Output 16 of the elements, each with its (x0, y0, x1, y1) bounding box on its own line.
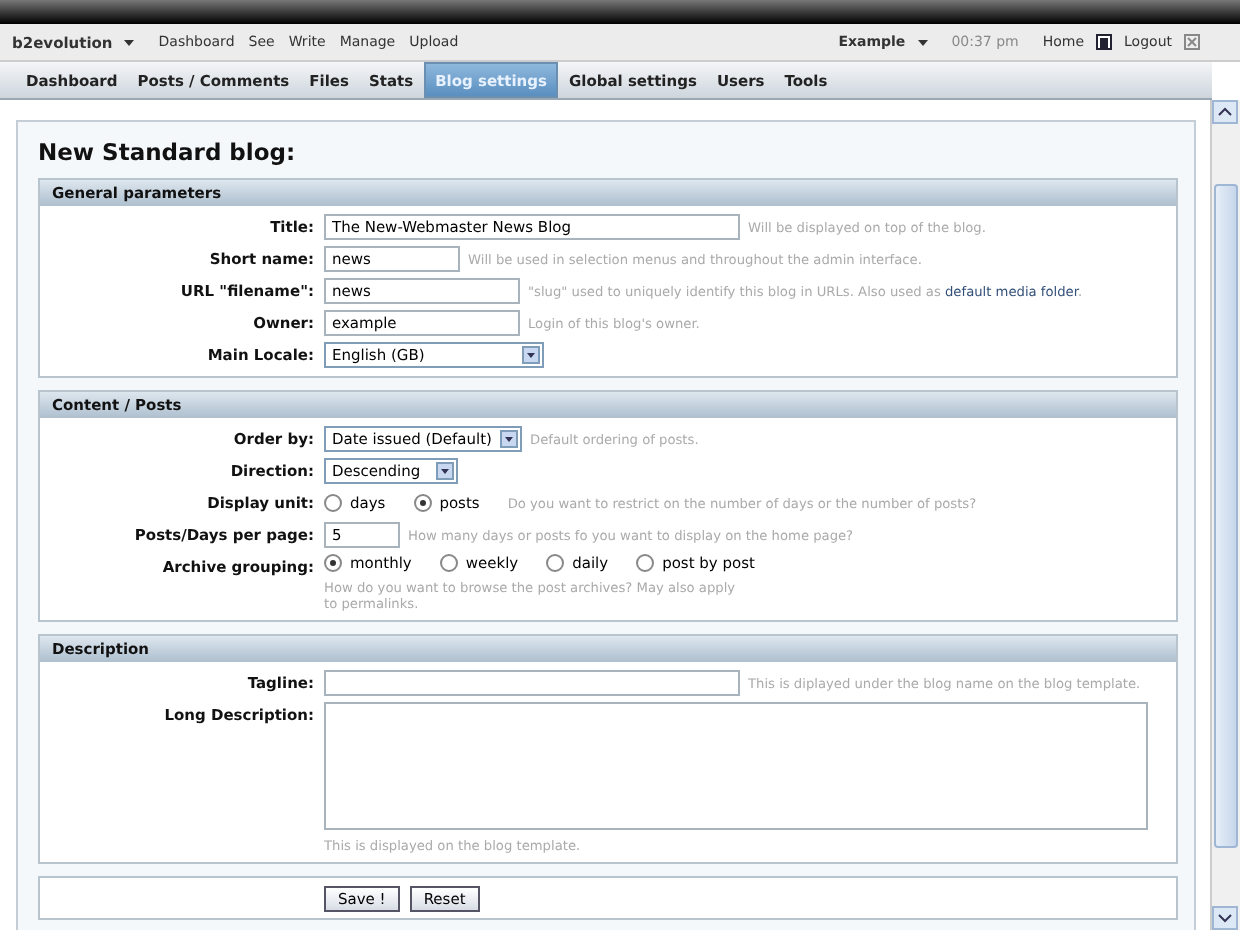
scroll-up-icon[interactable] (1212, 100, 1238, 124)
scrollbar-thumb[interactable] (1214, 183, 1238, 847)
caret-icon (917, 39, 928, 45)
home-icon[interactable] (1096, 34, 1113, 50)
radio-button[interactable] (636, 554, 655, 572)
text-field[interactable] (324, 670, 740, 696)
radio-button[interactable] (324, 554, 342, 572)
radio-button[interactable] (439, 554, 458, 572)
text-area[interactable] (324, 702, 1148, 830)
radio-button[interactable] (546, 554, 565, 572)
caret-icon (124, 39, 135, 45)
radio-button[interactable] (324, 494, 342, 512)
page-heading: New Standard blog: (38, 138, 298, 166)
close-icon[interactable] (1184, 34, 1200, 50)
scroll-down-icon[interactable] (1212, 906, 1238, 930)
radio-button[interactable] (413, 494, 432, 512)
